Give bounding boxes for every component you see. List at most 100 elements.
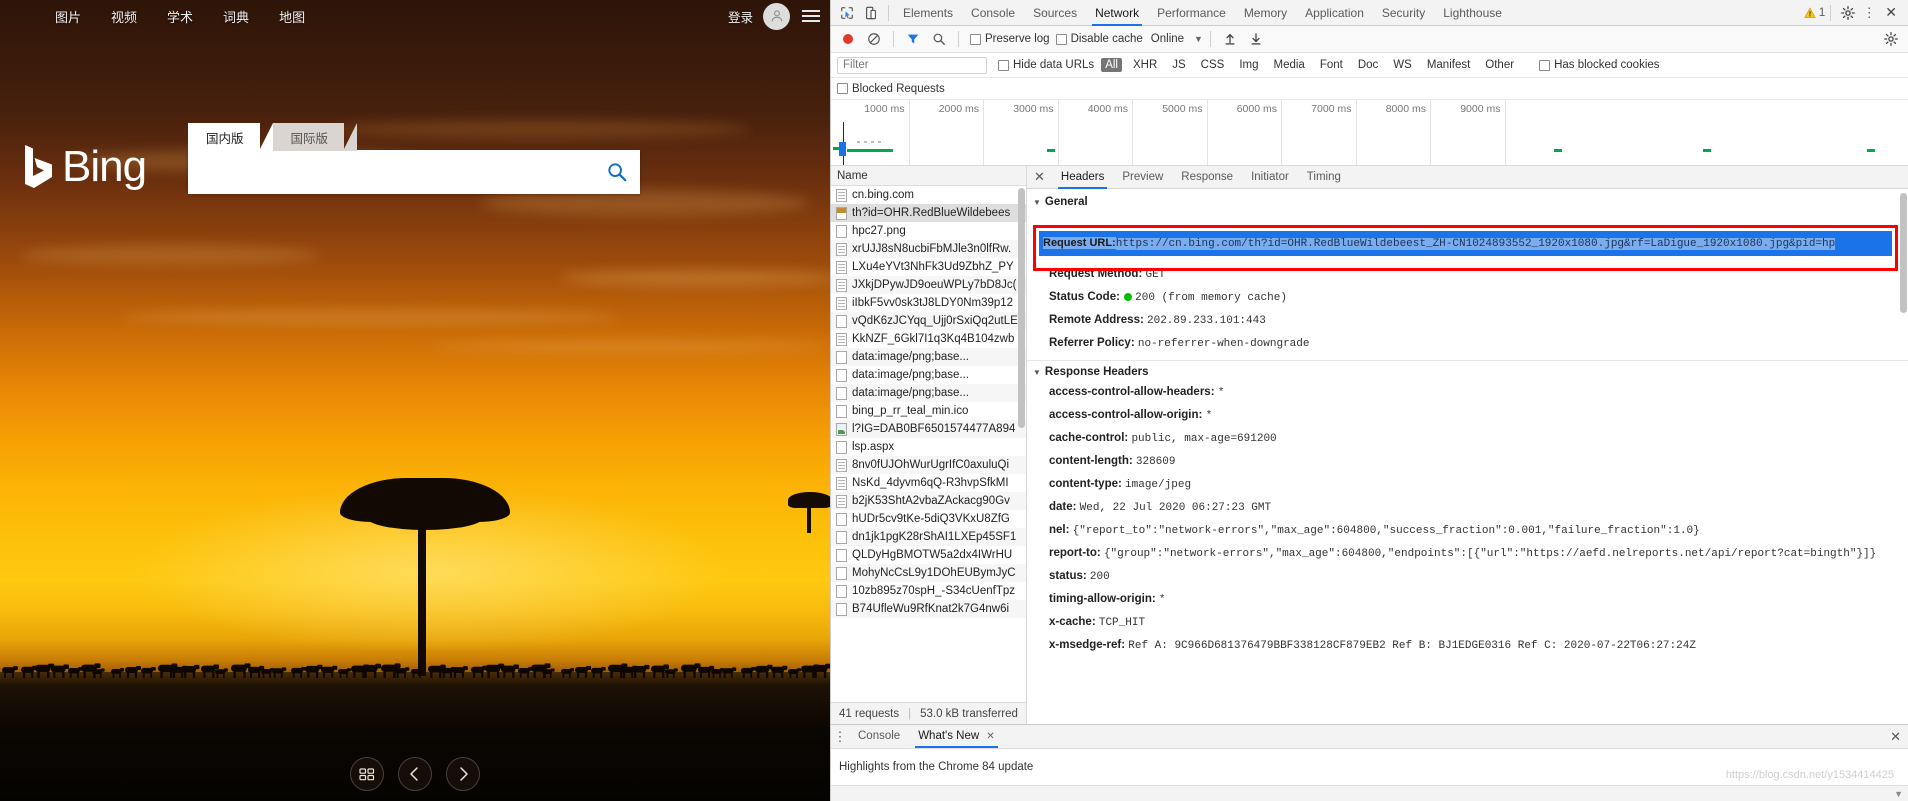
- network-overview-timeline[interactable]: 1000 ms 2000 ms 3000 ms 4000 ms 5000 ms 6000 …: [831, 100, 1908, 166]
- tab-application[interactable]: Application: [1296, 0, 1373, 26]
- filter-type-css[interactable]: CSS: [1197, 58, 1229, 72]
- request-row[interactable]: LXu4eYVt3NhFk3Ud9ZbhZ_PY: [831, 258, 1026, 276]
- tab-international-version[interactable]: 国际版: [272, 123, 357, 151]
- request-row[interactable]: bing_p_rr_teal_min.ico: [831, 402, 1026, 420]
- detail-tab-response[interactable]: Response: [1172, 166, 1242, 189]
- import-har-button[interactable]: [1218, 28, 1242, 50]
- request-row[interactable]: hUDr5cv9tKe-5diQ3VKxU8ZfG: [831, 510, 1026, 528]
- nav-link-maps[interactable]: 地图: [279, 7, 305, 26]
- clear-button[interactable]: [862, 28, 886, 50]
- tab-network[interactable]: Network: [1086, 0, 1148, 26]
- tab-memory[interactable]: Memory: [1235, 0, 1296, 26]
- search-button[interactable]: [594, 150, 640, 194]
- detail-tab-timing[interactable]: Timing: [1298, 166, 1350, 189]
- next-image-button[interactable]: [446, 757, 480, 791]
- filter-type-other[interactable]: Other: [1481, 58, 1518, 72]
- request-row[interactable]: dn1jk1pgK28rShAI1LXEp45SF1: [831, 528, 1026, 546]
- filter-type-doc[interactable]: Doc: [1354, 58, 1382, 72]
- request-row[interactable]: 8nv0fUJOhWurUgrIfC0axuluQi: [831, 456, 1026, 474]
- filter-type-media[interactable]: Media: [1270, 58, 1309, 72]
- hide-data-urls-checkbox[interactable]: Hide data URLs: [998, 59, 1094, 71]
- inspect-element-icon[interactable]: [835, 2, 859, 24]
- search-requests-button[interactable]: [927, 28, 951, 50]
- request-row[interactable]: l?IG=DAB0BF6501574477A894: [831, 420, 1026, 438]
- filter-type-img[interactable]: Img: [1235, 58, 1262, 72]
- disable-cache-checkbox[interactable]: Disable cache: [1055, 33, 1143, 45]
- bing-logo[interactable]: Bing: [22, 143, 147, 191]
- request-list-scrollbar[interactable]: [1018, 188, 1025, 690]
- avatar[interactable]: [763, 2, 790, 30]
- record-button[interactable]: [836, 28, 860, 50]
- request-row[interactable]: vQdK6zJCYqq_Ujj0rSxiQq2utLE: [831, 312, 1026, 330]
- nav-link-dictionary[interactable]: 词典: [223, 7, 249, 26]
- tab-elements[interactable]: Elements: [894, 0, 962, 26]
- detail-tab-headers[interactable]: Headers: [1052, 166, 1113, 189]
- drawer-tab-whats-new[interactable]: What's New ✕: [909, 725, 1004, 748]
- scroll-down-arrow-icon[interactable]: ▼: [1894, 789, 1903, 799]
- request-row[interactable]: iIbkF5vv0sk3tJ8LDY0Nm39p12: [831, 294, 1026, 312]
- request-row[interactable]: lsp.aspx: [831, 438, 1026, 456]
- request-row[interactable]: B74UfleWu9RfKnat2k7G4nw6i: [831, 600, 1026, 618]
- nav-link-academic[interactable]: 学术: [167, 7, 193, 26]
- tab-domestic-version[interactable]: 国内版: [188, 123, 272, 151]
- detail-tab-initiator[interactable]: Initiator: [1242, 166, 1298, 189]
- request-row[interactable]: hpc27.png: [831, 222, 1026, 240]
- drawer-tab-console[interactable]: Console: [849, 725, 909, 748]
- tab-security[interactable]: Security: [1373, 0, 1434, 26]
- filter-type-manifest[interactable]: Manifest: [1423, 58, 1474, 72]
- nav-link-images[interactable]: 图片: [55, 7, 81, 26]
- request-url-selected-text[interactable]: Request URL:https://cn.bing.com/th?id=OH…: [1039, 231, 1892, 256]
- request-row[interactable]: 10zb895z70spH_-S34cUenfTpz: [831, 582, 1026, 600]
- request-row[interactable]: QLDyHgBMOTW5a2dx4IWrHU: [831, 546, 1026, 564]
- network-settings-gear-icon[interactable]: [1879, 28, 1903, 50]
- previous-image-button[interactable]: [398, 757, 432, 791]
- request-row[interactable]: MohyNcCsL9y1DOhEUBymJyC: [831, 564, 1026, 582]
- devtools-close-icon[interactable]: ✕: [1878, 4, 1904, 21]
- search-input[interactable]: [202, 160, 594, 184]
- request-row[interactable]: data:image/png;base...: [831, 384, 1026, 402]
- request-column-header[interactable]: Name: [831, 166, 1026, 186]
- headers-content[interactable]: ▼ General Request URL:https://cn.bing.co…: [1027, 189, 1908, 724]
- response-headers-section-title[interactable]: ▼ Response Headers: [1027, 363, 1908, 381]
- filter-type-all[interactable]: All: [1101, 58, 1122, 72]
- nav-link-videos[interactable]: 视频: [111, 7, 137, 26]
- request-row[interactable]: cn.bing.com: [831, 186, 1026, 204]
- devtools-more-menu-icon[interactable]: ⋮: [1860, 5, 1878, 21]
- filter-type-xhr[interactable]: XHR: [1129, 58, 1161, 72]
- tab-performance[interactable]: Performance: [1148, 0, 1235, 26]
- grid-view-button[interactable]: [350, 757, 384, 791]
- settings-gear-icon[interactable]: [1836, 2, 1860, 24]
- detail-tab-preview[interactable]: Preview: [1113, 166, 1172, 189]
- request-list[interactable]: cn.bing.com th?id=OHR.RedBlueWildebees hpc…: [831, 186, 1026, 702]
- filter-type-ws[interactable]: WS: [1389, 58, 1416, 72]
- preserve-log-checkbox[interactable]: Preserve log: [970, 33, 1050, 45]
- filter-toggle-button[interactable]: [901, 28, 925, 50]
- throttling-select[interactable]: Online: [1151, 33, 1184, 45]
- filter-type-js[interactable]: JS: [1168, 58, 1189, 72]
- chevron-down-icon[interactable]: ▼: [1194, 34, 1203, 44]
- hamburger-menu-icon[interactable]: [802, 7, 820, 25]
- tab-sources[interactable]: Sources: [1024, 0, 1086, 26]
- request-row[interactable]: NsKd_4dyvm6qQ-R3hvpSfkMI: [831, 474, 1026, 492]
- request-row[interactable]: data:image/png;base...: [831, 348, 1026, 366]
- export-har-button[interactable]: [1244, 28, 1268, 50]
- drawer-close-icon[interactable]: ✕: [1883, 729, 1908, 745]
- signin-label[interactable]: 登录: [728, 7, 753, 26]
- request-row[interactable]: KkNZF_6Gkl7I1q3Kq4B104zwb: [831, 330, 1026, 348]
- filter-input[interactable]: [837, 56, 987, 74]
- drawer-more-menu-icon[interactable]: ⋮: [831, 729, 849, 745]
- request-row[interactable]: b2jK53ShtA2vbaZAckacg90Gv: [831, 492, 1026, 510]
- has-blocked-cookies-checkbox[interactable]: Has blocked cookies: [1539, 59, 1660, 71]
- request-row[interactable]: data:image/png;base...: [831, 366, 1026, 384]
- tab-console[interactable]: Console: [962, 0, 1024, 26]
- blocked-requests-checkbox[interactable]: Blocked Requests: [837, 83, 945, 95]
- general-section-title[interactable]: ▼ General: [1027, 193, 1908, 211]
- close-detail-icon[interactable]: ✕: [1027, 169, 1052, 185]
- request-row[interactable]: th?id=OHR.RedBlueWildebees: [831, 204, 1026, 222]
- request-row[interactable]: xrUJJ8sN8ucbiFbMJle3n0lfRw.: [831, 240, 1026, 258]
- warning-indicator[interactable]: 1: [1804, 7, 1825, 19]
- close-tab-icon[interactable]: ✕: [986, 731, 994, 742]
- filter-type-font[interactable]: Font: [1316, 58, 1347, 72]
- device-toolbar-icon[interactable]: [859, 2, 883, 24]
- tab-lighthouse[interactable]: Lighthouse: [1434, 0, 1511, 26]
